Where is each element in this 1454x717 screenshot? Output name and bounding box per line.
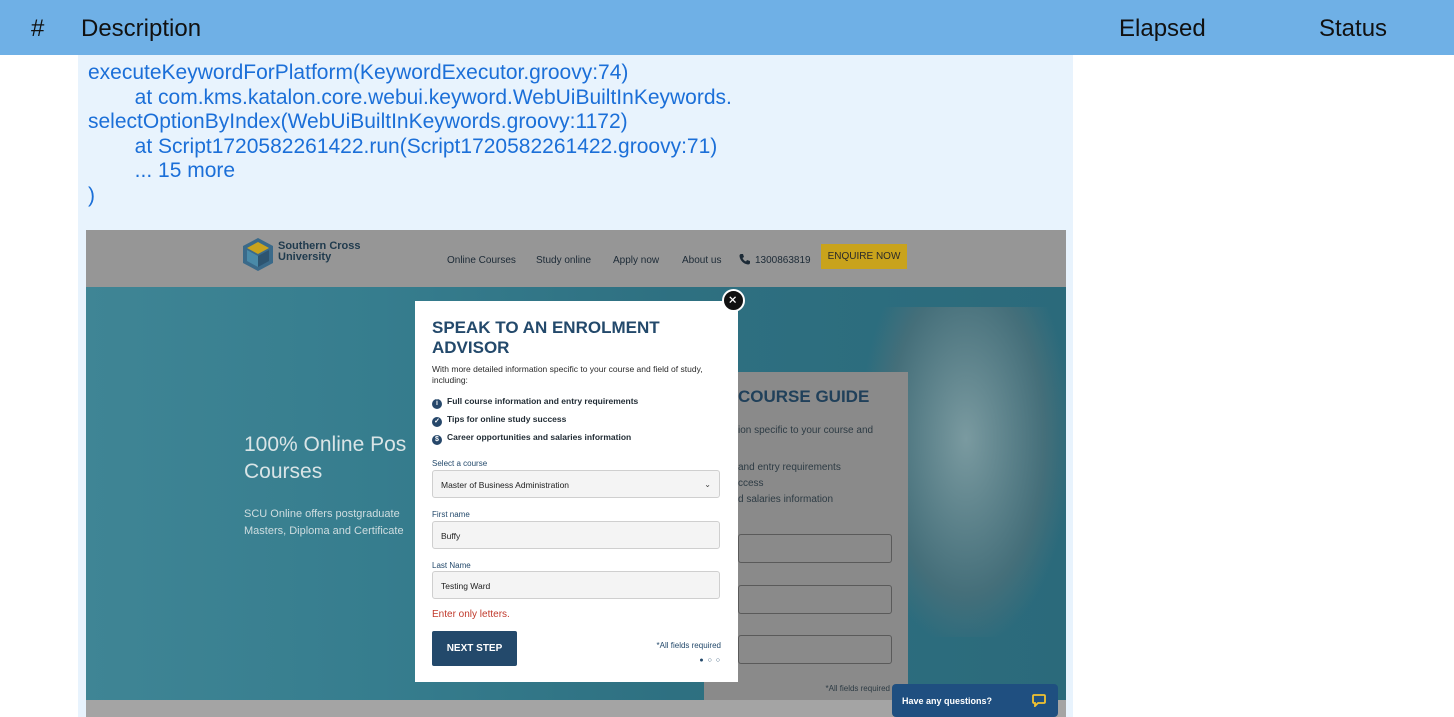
column-status: Status — [1319, 15, 1388, 42]
info-icon: i — [432, 399, 442, 409]
modal-bullet: i Full course information and entry requi… — [432, 396, 638, 409]
course-guide-input[interactable] — [738, 635, 892, 664]
modal-intro: With more detailed information specific … — [432, 364, 703, 385]
chevron-down-icon: ⌄ — [704, 480, 711, 489]
course-select-label: Select a course — [432, 459, 488, 468]
dollar-icon: $ — [432, 435, 442, 445]
hero-subtitle: SCU Online offers postgraduate Masters, … — [244, 508, 404, 537]
first-name-value: Buffy — [441, 531, 461, 541]
nav-online-courses[interactable]: Online Courses — [447, 255, 516, 266]
course-guide-title: COURSE GUIDE — [738, 387, 870, 406]
last-name-label: Last Name — [432, 561, 471, 570]
nav-about-us[interactable]: About us — [682, 255, 721, 266]
chat-label: Have any questions? — [902, 696, 993, 706]
logo-text[interactable]: Southern Cross University — [278, 241, 361, 263]
course-guide-text: ion specific to your course and — [738, 425, 874, 436]
nav-study-online[interactable]: Study online — [536, 255, 591, 266]
required-note: *All fields required — [825, 684, 890, 693]
modal-bullet: $ Career opportunities and salaries infor… — [432, 432, 631, 445]
course-guide-text: ccess — [738, 478, 764, 489]
stack-trace-text: executeKeywordForPlatform(KeywordExecuto… — [88, 61, 732, 207]
course-guide-text: and entry requirements — [738, 462, 841, 473]
course-select[interactable]: Master of Business Administration ⌄ — [432, 470, 720, 498]
close-icon[interactable] — [722, 289, 745, 312]
university-logo-icon — [243, 238, 273, 271]
modal-bullet: ✓ Tips for online study success — [432, 414, 566, 427]
last-name-field[interactable]: Testing Ward — [432, 571, 720, 599]
enrolment-advisor-modal: SPEAK TO AN ENROLMENT ADVISOR With more … — [415, 301, 738, 682]
hero-title: 100% Online Pos Courses — [244, 433, 407, 483]
first-name-label: First name — [432, 510, 470, 519]
enquire-now-button[interactable]: ENQUIRE NOW — [821, 244, 907, 269]
validation-error: Enter only letters. — [432, 609, 510, 620]
phone-icon — [739, 254, 750, 265]
required-note: *All fields required — [656, 641, 721, 650]
first-name-field[interactable]: Buffy — [432, 521, 720, 549]
site-navbar: Southern Cross University Online Courses… — [86, 230, 1066, 287]
report-header: # Description Elapsed Status — [0, 0, 1454, 55]
chat-bubble-icon — [1032, 694, 1046, 707]
column-description: Description — [81, 15, 202, 42]
chat-button[interactable]: Have any questions? — [892, 684, 1058, 717]
check-icon: ✓ — [432, 417, 442, 427]
column-number: # — [31, 15, 45, 42]
column-elapsed: Elapsed — [1119, 15, 1206, 42]
last-name-value: Testing Ward — [441, 581, 491, 591]
test-screenshot: Southern Cross University Online Courses… — [86, 230, 1066, 717]
step-dots: ● ○ ○ — [699, 657, 721, 664]
next-step-button[interactable]: NEXT STEP — [432, 631, 517, 666]
modal-title: SPEAK TO AN ENROLMENT ADVISOR — [432, 318, 660, 357]
course-select-value: Master of Business Administration — [441, 480, 570, 490]
phone-number[interactable]: 1300863819 — [755, 255, 811, 266]
course-guide-text: d salaries information — [738, 494, 834, 505]
nav-apply-now[interactable]: Apply now — [613, 255, 659, 266]
course-guide-input[interactable] — [738, 585, 892, 614]
course-guide-select[interactable] — [738, 534, 892, 563]
